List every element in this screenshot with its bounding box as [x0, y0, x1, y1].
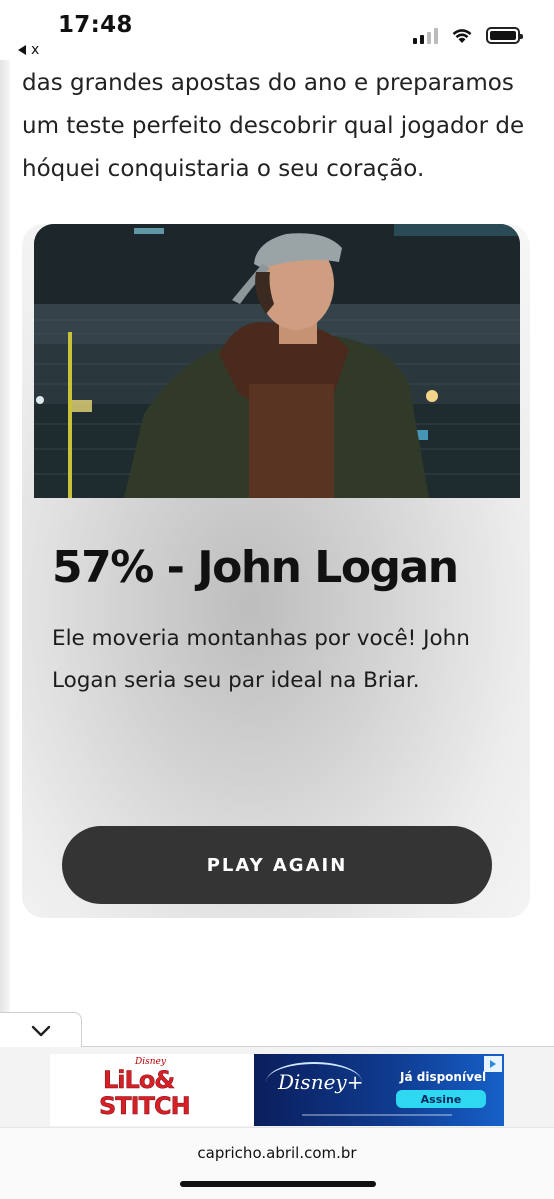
play-again-button[interactable]: PLAY AGAIN — [62, 826, 492, 904]
status-bar: 17:48 x — [0, 0, 554, 58]
ad-subscribe-button[interactable]: Assine — [396, 1090, 486, 1108]
disney-plus-logo: Disney+ — [278, 1070, 364, 1094]
lilo-line2: STITCH — [99, 1092, 191, 1121]
ad-fineprint — [302, 1114, 452, 1116]
adchoices-icon[interactable] — [484, 1056, 502, 1072]
stadium-photo-illustration — [34, 224, 520, 498]
ad-disney-plus[interactable]: Disney+ Já disponível Assine — [254, 1054, 504, 1126]
wifi-icon — [452, 29, 472, 43]
result-description: Ele moveria montanhas por você! John Log… — [52, 626, 470, 693]
ad-collapse-button[interactable] — [0, 1012, 82, 1048]
home-indicator[interactable] — [180, 1181, 376, 1187]
status-time: 17:48 — [58, 12, 133, 38]
battery-icon — [486, 27, 523, 44]
back-to-app-label: x — [31, 42, 40, 58]
result-photo — [34, 224, 520, 498]
lilo-stitch-logo: Disney LiLo& STITCH — [97, 1056, 207, 1124]
result-title: 57% - John Logan — [52, 542, 459, 593]
article-paragraph: das grandes apostas do ano e preparamos … — [22, 70, 525, 182]
lilo-line1: LiLo& — [103, 1066, 176, 1095]
page-edge — [0, 60, 10, 1020]
signal-icon — [413, 28, 438, 44]
status-icons — [413, 26, 523, 44]
chevron-down-icon — [31, 1025, 50, 1036]
ad-lilo-stitch[interactable]: Disney LiLo& STITCH — [50, 1054, 254, 1126]
back-to-app-link[interactable]: x — [18, 42, 39, 58]
address-url[interactable]: capricho.abril.com.br — [0, 1144, 554, 1162]
quiz-result-card: 57% - John Logan Ele moveria montanhas p… — [22, 224, 530, 918]
browser-address-bar[interactable]: capricho.abril.com.br — [0, 1127, 554, 1199]
back-arrow-icon — [18, 45, 26, 55]
ad-headline: Já disponível — [400, 1070, 487, 1084]
